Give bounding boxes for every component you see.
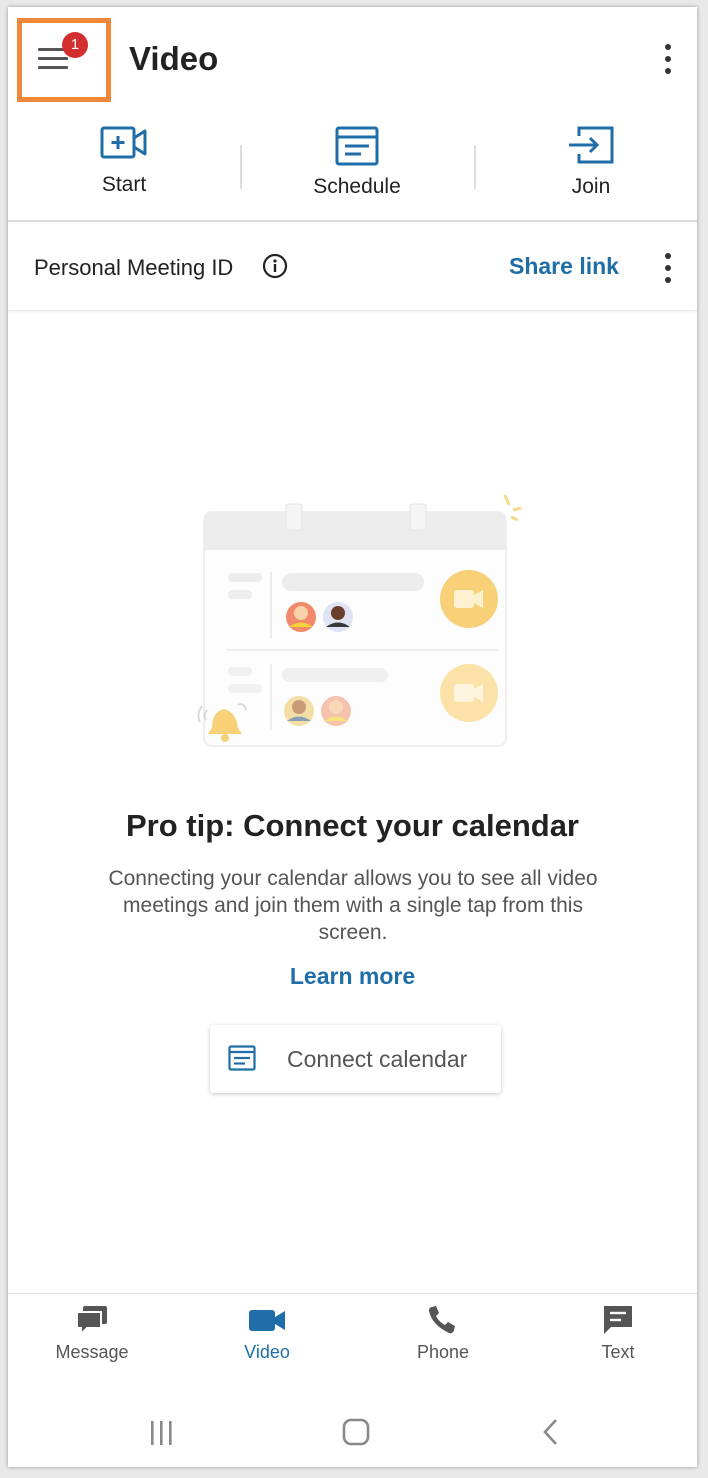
divider — [8, 1293, 697, 1294]
more-vert-icon — [658, 42, 678, 74]
page-title: Video — [129, 40, 219, 77]
nav-text[interactable]: Text — [553, 1304, 683, 1363]
overflow-menu-button[interactable] — [658, 42, 678, 76]
nav-phone-label: Phone — [416, 1342, 470, 1362]
back-icon[interactable] — [540, 1417, 560, 1447]
calendar-icon — [335, 126, 379, 166]
top-app-bar: 1 Video — [8, 7, 697, 111]
calendar-illustration — [197, 494, 522, 747]
notification-badge: 1 — [62, 32, 88, 58]
recents-icon[interactable] — [148, 1419, 176, 1447]
join-label: Join — [571, 175, 611, 198]
system-nav-bar — [8, 1399, 697, 1467]
schedule-label: Schedule — [313, 175, 401, 198]
pmi-label: Personal Meeting ID — [34, 255, 234, 280]
more-vert-icon — [658, 251, 678, 283]
connect-calendar-button[interactable]: Connect calendar — [210, 1025, 501, 1093]
divider — [8, 310, 697, 311]
video-plus-icon — [100, 126, 147, 159]
meeting-actions: Start Schedule Join — [8, 111, 697, 221]
divider — [240, 145, 242, 189]
pmi-overflow-button[interactable] — [658, 251, 678, 285]
video-icon — [249, 1310, 285, 1331]
promo-description: Connecting your calendar allows you to s… — [108, 867, 598, 944]
phone-icon — [429, 1306, 455, 1334]
app-screen: 1 Video Start Schedule Join Personal Mee… — [8, 7, 697, 1467]
calendar-icon — [228, 1045, 256, 1071]
start-button[interactable]: Start — [34, 111, 214, 221]
menu-button[interactable]: 1 — [26, 28, 96, 88]
share-link[interactable]: Share link — [509, 253, 619, 280]
text-icon — [604, 1306, 632, 1334]
nav-message-label: Message — [55, 1342, 129, 1362]
home-icon[interactable] — [341, 1417, 371, 1447]
personal-meeting-id-row: Personal Meeting ID Share link — [8, 222, 697, 310]
learn-more-link[interactable]: Learn more — [8, 963, 697, 990]
schedule-button[interactable]: Schedule — [267, 111, 447, 221]
message-icon — [76, 1306, 107, 1336]
nav-text-label: Text — [601, 1342, 635, 1362]
nav-message[interactable]: Message — [27, 1304, 157, 1363]
join-icon — [569, 126, 614, 164]
nav-phone[interactable]: Phone — [378, 1304, 508, 1363]
info-icon[interactable] — [262, 253, 288, 279]
promo-title: Pro tip: Connect your calendar — [125, 808, 579, 843]
nav-video[interactable]: Video — [202, 1304, 332, 1363]
join-button[interactable]: Join — [501, 111, 681, 221]
start-label: Start — [101, 173, 147, 196]
divider — [474, 145, 476, 189]
connect-calendar-label: Connect calendar — [287, 1046, 468, 1072]
nav-video-label: Video — [244, 1342, 290, 1362]
